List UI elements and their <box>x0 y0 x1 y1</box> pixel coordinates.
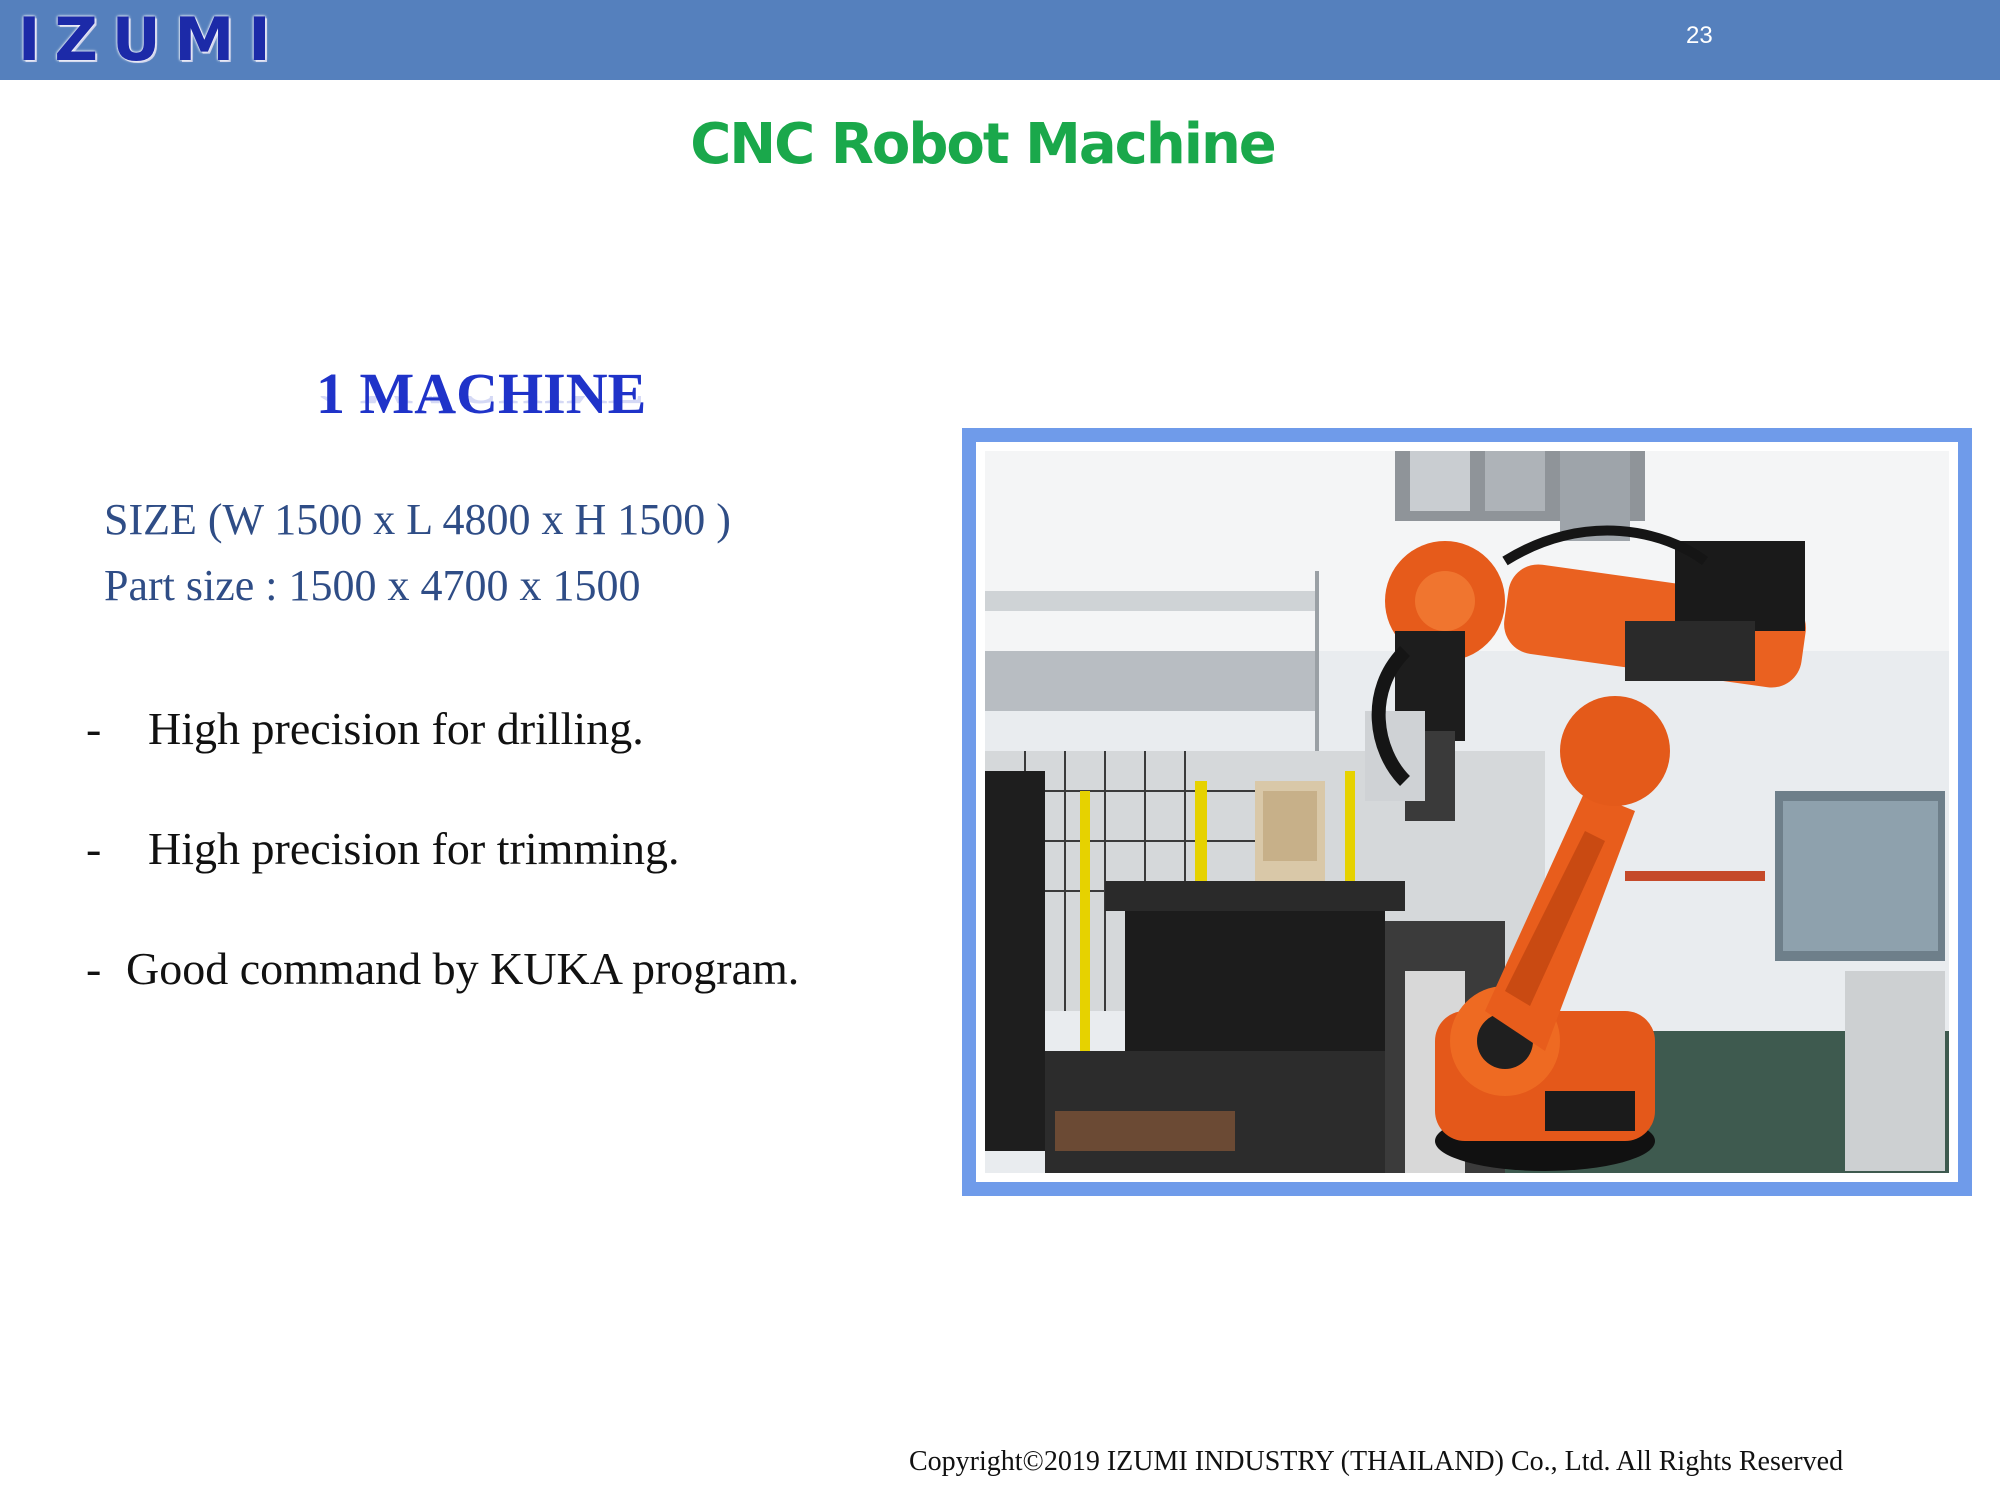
bullet-text: High precision for trimming. <box>148 823 680 874</box>
bullet-text: Good command by KUKA program. <box>126 943 800 994</box>
bullet-kuka: - Good command by KUKA program. <box>86 942 799 995</box>
slide-title: CNC Robot Machine <box>690 112 1277 177</box>
copyright-notice: Copyright©2019 IZUMI INDUSTRY (THAILAND)… <box>909 1446 1844 1477</box>
bullet-dash: - <box>86 823 102 874</box>
bullet-dash: - <box>86 703 102 754</box>
bullet-drilling: - High precision for drilling. <box>86 702 644 755</box>
bullet-text: High precision for drilling. <box>148 703 644 754</box>
bullet-dash: - <box>86 943 102 994</box>
header-bar: IZUMI 23 <box>0 0 2000 80</box>
robot-photo <box>976 442 1958 1182</box>
photo-frame <box>962 428 1972 1196</box>
bullet-trimming: - High precision for trimming. <box>86 822 679 875</box>
machine-heading-reflection: 1 MACHINE <box>316 396 646 418</box>
robot-photo-illustration <box>985 451 1949 1173</box>
izumi-logo: IZUMI <box>18 5 285 75</box>
page-number: 23 <box>1686 22 1713 49</box>
part-size-spec: Part size : 1500 x 4700 x 1500 <box>104 561 641 610</box>
size-spec: SIZE (W 1500 x L 4800 x H 1500 ) <box>104 495 731 544</box>
